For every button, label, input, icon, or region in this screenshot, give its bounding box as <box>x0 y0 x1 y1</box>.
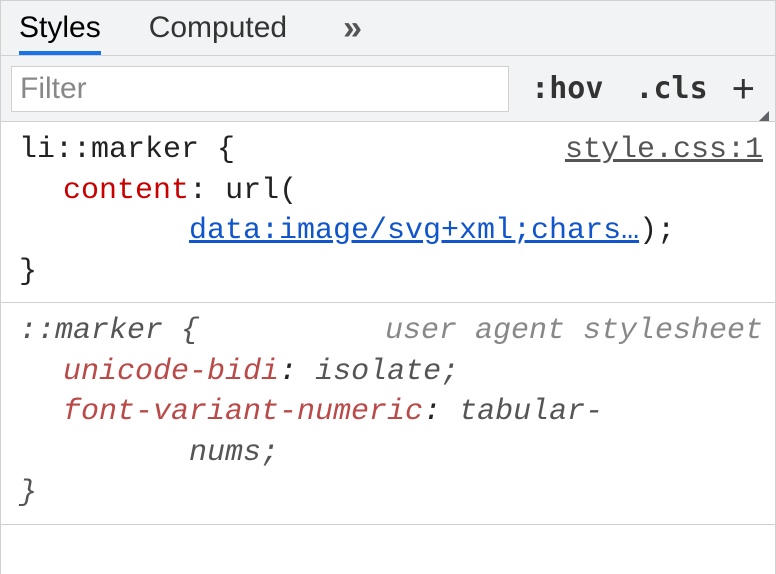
source-link[interactable]: style.css:1 <box>565 130 763 171</box>
rule-header: li::marker { style.css:1 <box>19 130 775 171</box>
hov-button[interactable]: :hov <box>515 71 619 106</box>
styles-panel: Styles Computed » :hov .cls + li::marker… <box>0 0 776 574</box>
open-brace: { <box>181 314 199 348</box>
property-name: content <box>63 174 189 208</box>
property-name: unicode-bidi <box>63 355 279 389</box>
colon: : <box>189 174 207 208</box>
tab-overflow-icon[interactable]: » <box>335 9 364 48</box>
func-close: ); <box>639 214 675 248</box>
property-value: tabular- <box>459 395 603 429</box>
user-agent-label: user agent stylesheet <box>385 311 763 352</box>
property-name: font-variant-numeric <box>63 395 423 429</box>
open-brace: { <box>217 133 235 167</box>
selector-text[interactable]: li::marker <box>19 133 199 167</box>
style-rule: li::marker { style.css:1 content: url( d… <box>1 122 775 303</box>
colon: : <box>279 355 297 389</box>
selector-text: ::marker <box>19 314 163 348</box>
property-value: isolate; <box>315 355 459 389</box>
colon: : <box>423 395 441 429</box>
add-rule-button[interactable]: + <box>724 69 775 109</box>
cls-button[interactable]: .cls <box>619 71 723 106</box>
rule-header: ::marker { user agent stylesheet <box>19 311 775 352</box>
data-url-link[interactable]: data:image/svg+xml;chars… <box>189 214 639 248</box>
rules-list: li::marker { style.css:1 content: url( d… <box>1 122 775 525</box>
declaration[interactable]: content: url( <box>19 171 775 212</box>
styles-toolbar: :hov .cls + <box>1 56 775 122</box>
url-line: data:image/svg+xml;chars…); <box>19 211 775 252</box>
declaration: unicode-bidi: isolate; <box>19 352 775 393</box>
tab-bar: Styles Computed » <box>1 0 775 56</box>
tab-computed[interactable]: Computed <box>149 1 287 55</box>
filter-input[interactable] <box>11 66 509 112</box>
close-brace: } <box>19 473 775 514</box>
close-brace: } <box>19 252 775 293</box>
user-agent-rule: ::marker { user agent stylesheet unicode… <box>1 303 775 525</box>
tab-styles[interactable]: Styles <box>19 1 101 55</box>
value-continuation: nums; <box>19 433 775 474</box>
property-value: url( <box>225 174 297 208</box>
declaration: font-variant-numeric: tabular- <box>19 392 775 433</box>
